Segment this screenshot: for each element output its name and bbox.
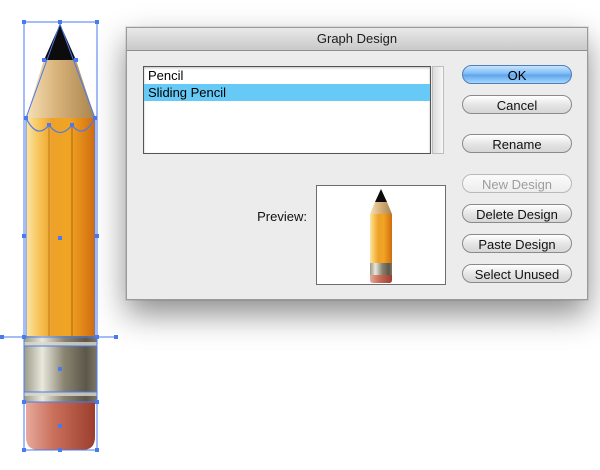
ok-button[interactable]: OK [462,65,572,84]
cancel-button[interactable]: Cancel [462,95,572,114]
new-design-button[interactable]: New Design [462,174,572,193]
delete-design-button[interactable]: Delete Design [462,204,572,223]
graph-design-dialog: Graph Design Pencil Sliding Pencil Previ… [126,27,588,300]
list-scrollbar[interactable] [432,66,444,154]
preview-label: Preview: [257,209,307,224]
preview-pencil-image [370,189,392,283]
select-unused-button[interactable]: Select Unused [462,264,572,283]
pencil-artwork[interactable] [0,20,118,452]
paste-design-button[interactable]: Paste Design [462,234,572,253]
list-item-pencil[interactable]: Pencil [144,67,430,84]
design-list[interactable]: Pencil Sliding Pencil [143,66,444,154]
dialog-title: Graph Design [127,28,587,51]
preview-box [316,185,446,285]
rename-button[interactable]: Rename [462,134,572,153]
list-item-sliding-pencil[interactable]: Sliding Pencil [144,84,430,101]
